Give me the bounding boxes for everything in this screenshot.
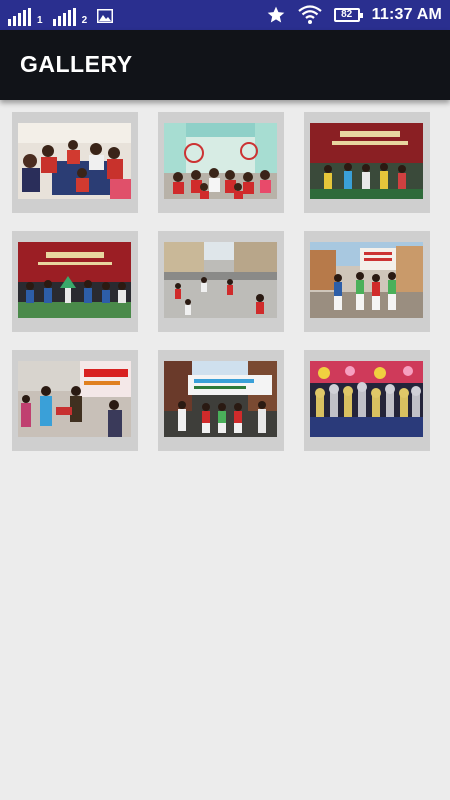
gallery-photo-2[interactable] (158, 112, 284, 213)
gallery-photo-7-image (18, 361, 131, 437)
gallery-photo-5[interactable] (158, 231, 284, 332)
gallery-photo-4[interactable] (12, 231, 138, 332)
gallery-photo-3-image (310, 123, 423, 199)
gallery-photo-8[interactable] (158, 350, 284, 451)
gallery-photo-2-image (164, 123, 277, 199)
gallery-photo-7[interactable] (12, 350, 138, 451)
gallery-photo-1[interactable] (12, 112, 138, 213)
gallery-photo-9[interactable] (304, 350, 430, 451)
gallery-grid (0, 0, 450, 800)
gallery-photo-6[interactable] (304, 231, 430, 332)
gallery-photo-3[interactable] (304, 112, 430, 213)
gallery-photo-5-image (164, 242, 277, 318)
gallery-photo-6-image (310, 242, 423, 318)
gallery-photo-1-image (18, 123, 131, 199)
gallery-photo-8-image (164, 361, 277, 437)
gallery-photo-4-image (18, 242, 131, 318)
gallery-photo-9-image (310, 361, 423, 437)
